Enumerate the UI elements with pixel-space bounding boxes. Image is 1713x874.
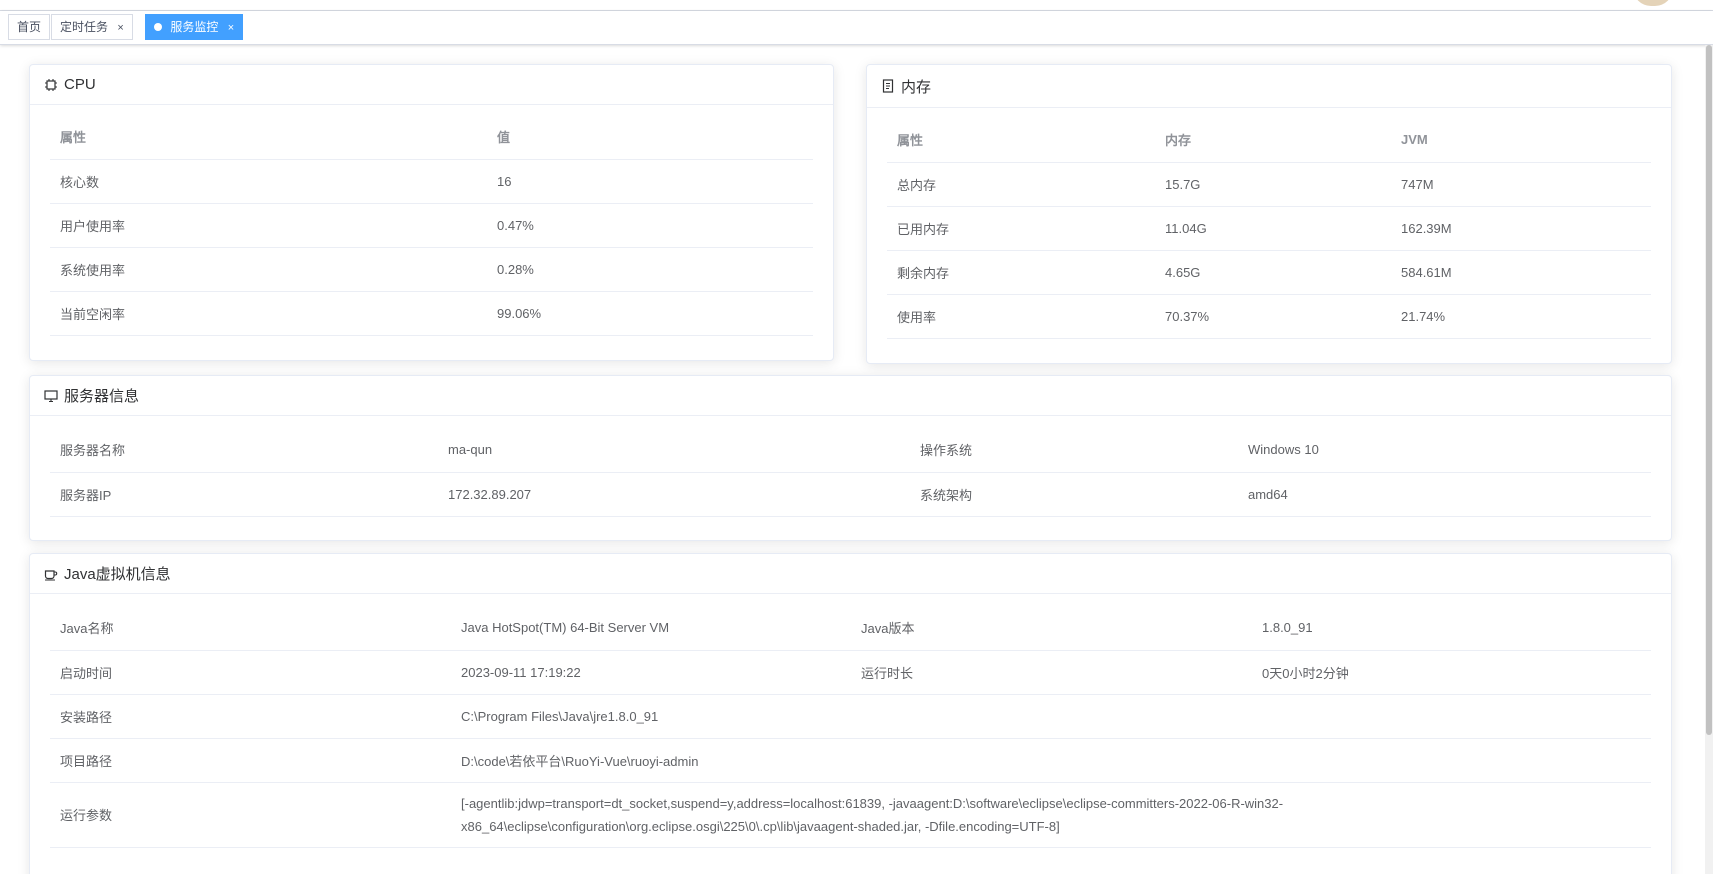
table-row: 启动时间 2023-09-11 17:19:22 运行时长 0天0小时2分钟 [50, 650, 1651, 695]
server-card-title: 服务器信息 [64, 388, 140, 405]
table-row: 已用内存 11.04G 162.39M [887, 206, 1651, 251]
table-row: 服务器IP 172.32.89.207 系统架构 amd64 [50, 472, 1651, 517]
cell: 172.32.89.207 [438, 472, 910, 517]
tag-home[interactable]: 首页 [8, 14, 51, 40]
cell: 15.7G [1155, 162, 1391, 207]
cell: 已用内存 [887, 206, 1155, 251]
cell: [-agentlib:jdwp=transport=dt_socket,susp… [451, 782, 1651, 848]
tag-label: 服务监控 [170, 20, 219, 34]
tags-view: 首页 定时任务 × 服务监控 × [0, 11, 1713, 45]
active-dot-icon [154, 23, 162, 31]
cell: 操作系统 [910, 428, 1238, 473]
close-icon[interactable]: × [117, 22, 123, 34]
cell: 核心数 [50, 159, 487, 204]
table-row: 使用率 70.37% 21.74% [887, 294, 1651, 339]
cell: 系统架构 [910, 472, 1238, 517]
cell: 2023-09-11 17:19:22 [451, 650, 851, 695]
cell: 当前空闲率 [50, 291, 487, 336]
cell: C:\Program Files\Java\jre1.8.0_91 [451, 694, 1651, 739]
cell: Windows 10 [1238, 428, 1651, 473]
cell: 21.74% [1391, 294, 1651, 339]
table-header-row: 属性 内存 JVM [887, 118, 1651, 163]
cell: 0.28% [487, 247, 813, 292]
memory-card-title: 内存 [901, 78, 932, 96]
cell: 4.65G [1155, 250, 1391, 295]
cell: 1.8.0_91 [1252, 606, 1651, 651]
column-header: 内存 [1155, 118, 1391, 163]
jvm-table: Java名称 Java HotSpot(TM) 64-Bit Server VM… [50, 606, 1651, 848]
cell: 启动时间 [50, 650, 451, 695]
cell: 99.06% [487, 291, 813, 336]
column-header: 属性 [50, 115, 487, 160]
cell: 584.61M [1391, 250, 1651, 295]
cell: 项目路径 [50, 738, 451, 783]
cell: 使用率 [887, 294, 1155, 339]
cell: 总内存 [887, 162, 1155, 207]
cell: 安装路径 [50, 694, 451, 739]
cell: Java版本 [851, 606, 1252, 651]
cell: 运行时长 [851, 650, 1252, 695]
server-card: 服务器信息 服务器名称 ma-qun 操作系统 Windows 10 服务器IP… [29, 375, 1672, 541]
cell: 0.47% [487, 203, 813, 248]
server-card-header: 服务器信息 [30, 376, 1671, 416]
cpu-icon [44, 78, 58, 92]
table-row: 总内存 15.7G 747M [887, 162, 1651, 207]
cell: 11.04G [1155, 206, 1391, 251]
tag-label: 定时任务 [60, 20, 109, 34]
tag-scheduled-tasks[interactable]: 定时任务 × [51, 14, 133, 40]
table-row: 运行参数 [-agentlib:jdwp=transport=dt_socket… [50, 782, 1651, 848]
close-icon[interactable]: × [228, 22, 234, 34]
cell: 运行参数 [50, 782, 451, 848]
cell: ma-qun [438, 428, 910, 473]
cell: 0天0小时2分钟 [1252, 650, 1651, 695]
cell: 747M [1391, 162, 1651, 207]
coffee-cup-icon [44, 567, 58, 581]
cpu-card-title: CPU [64, 76, 96, 93]
jvm-card-header: Java虚拟机信息 [30, 554, 1671, 594]
cell: 服务器IP [50, 472, 438, 517]
cpu-table: 属性 值 核心数 16 用户使用率 0.47% 系统使用率 0.28% 当前空闲率 99… [50, 115, 813, 336]
jvm-card-title: Java虚拟机信息 [64, 566, 171, 583]
table-row: 用户使用率 0.47% [50, 203, 813, 248]
monitor-icon [44, 389, 58, 403]
column-header: 值 [487, 115, 813, 160]
memory-card: 内存 属性 内存 JVM 总内存 15.7G 747M 已用内存 11.04G 162.… [866, 64, 1672, 364]
cell: amd64 [1238, 472, 1651, 517]
table-row: 系统使用率 0.28% [50, 247, 813, 292]
scrollbar[interactable] [1705, 45, 1713, 874]
table-row: 核心数 16 [50, 159, 813, 204]
cell: 162.39M [1391, 206, 1651, 251]
cell: Java HotSpot(TM) 64-Bit Server VM [451, 606, 851, 651]
cell: 16 [487, 159, 813, 204]
cpu-card: CPU 属性 值 核心数 16 用户使用率 0.47% 系统使用率 0.28% 当前空… [29, 64, 834, 361]
navbar-edge [0, 0, 1713, 11]
cell: 用户使用率 [50, 203, 487, 248]
avatar[interactable] [1633, 0, 1673, 6]
memory-table: 属性 内存 JVM 总内存 15.7G 747M 已用内存 11.04G 162.39M… [887, 118, 1651, 339]
cell: 70.37% [1155, 294, 1391, 339]
memory-icon [881, 79, 895, 93]
tag-label: 首页 [17, 20, 42, 34]
memory-card-header: 内存 [867, 65, 1671, 108]
cell: D:\code\若依平台\RuoYi-Vue\ruoyi-admin [451, 738, 1651, 783]
table-row: 安装路径 C:\Program Files\Java\jre1.8.0_91 [50, 694, 1651, 739]
server-table: 服务器名称 ma-qun 操作系统 Windows 10 服务器IP 172.3… [50, 428, 1651, 517]
scrollbar-thumb[interactable] [1706, 45, 1712, 735]
table-header-row: 属性 值 [50, 115, 813, 160]
column-header: 属性 [887, 118, 1155, 163]
cpu-card-header: CPU [30, 65, 833, 105]
table-row: 当前空闲率 99.06% [50, 291, 813, 336]
column-header: JVM [1391, 118, 1651, 163]
table-row: 剩余内存 4.65G 584.61M [887, 250, 1651, 295]
jvm-card: Java虚拟机信息 Java名称 Java HotSpot(TM) 64-Bit… [29, 553, 1672, 874]
cell: 服务器名称 [50, 428, 438, 473]
cell: 剩余内存 [887, 250, 1155, 295]
tag-server-monitor[interactable]: 服务监控 × [145, 14, 244, 40]
cell: Java名称 [50, 606, 451, 651]
table-row: 服务器名称 ma-qun 操作系统 Windows 10 [50, 428, 1651, 473]
cell: 系统使用率 [50, 247, 487, 292]
table-row: Java名称 Java HotSpot(TM) 64-Bit Server VM… [50, 606, 1651, 651]
table-row: 项目路径 D:\code\若依平台\RuoYi-Vue\ruoyi-admin [50, 738, 1651, 783]
